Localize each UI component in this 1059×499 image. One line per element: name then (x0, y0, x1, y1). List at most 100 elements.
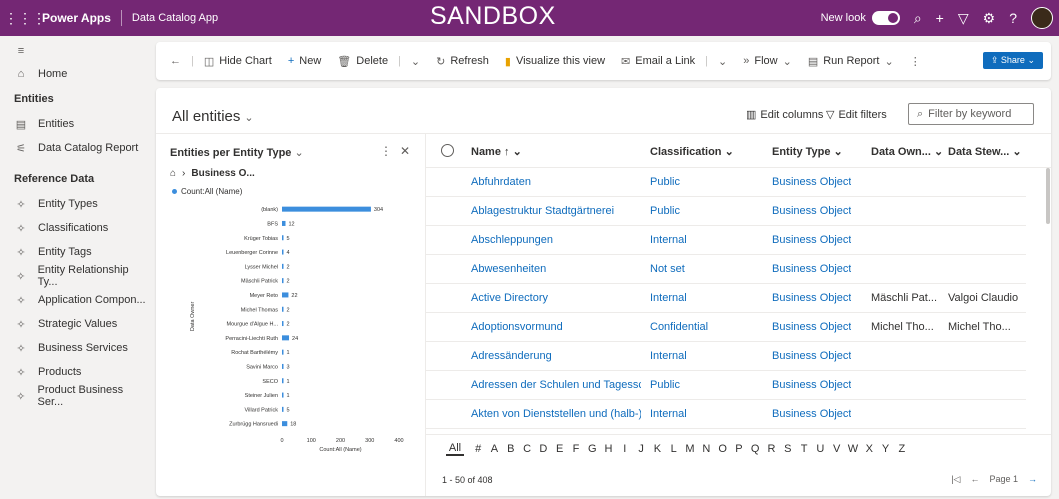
home-icon[interactable]: ⌂ (170, 168, 176, 179)
plus-icon[interactable]: + (936, 10, 944, 26)
hide-chart-button[interactable]: ◫ Hide Chart (196, 55, 280, 68)
cell-entity-type[interactable]: Business Object (772, 205, 851, 217)
sidebar-item[interactable]: ✧ Products (0, 360, 148, 384)
alphabet-filter-item[interactable]: Y (877, 443, 893, 455)
bar[interactable] (282, 378, 284, 384)
share-button[interactable]: ⇪ Share ⌄ (982, 52, 1043, 69)
sidebar-item[interactable]: ▤ Entities (0, 112, 148, 136)
cell-name[interactable]: Adoptionsvormund (471, 321, 563, 333)
cell-name[interactable]: Adressen der Schulen und Tagessch... (471, 379, 641, 391)
table-row[interactable]: Akten von Dienststellen und (halb-)... In… (426, 400, 1026, 429)
delete-button[interactable]: 🗑 Delete (329, 55, 396, 68)
alphabet-filter-item[interactable]: # (470, 443, 486, 455)
cell-entity-type[interactable]: Business Object (772, 234, 851, 246)
alphabet-filter-item[interactable]: A (486, 443, 502, 455)
select-all-checkbox[interactable] (441, 144, 454, 157)
cell-classification[interactable]: Public (650, 176, 680, 188)
view-selector[interactable]: All entities ⌄ (172, 108, 254, 125)
alphabet-filter-item[interactable]: K (649, 443, 665, 455)
refresh-button[interactable]: ↻ Refresh (428, 55, 497, 68)
cell-entity-type[interactable]: Business Object (772, 379, 851, 391)
sidebar-item[interactable]: ⚟ Data Catalog Report (0, 136, 148, 160)
delete-dropdown[interactable]: ⌄ (403, 55, 428, 68)
cell-classification[interactable]: Public (650, 379, 680, 391)
cell-classification[interactable]: Confidential (650, 321, 708, 333)
alphabet-filter-item[interactable]: F (568, 443, 584, 455)
filter-icon[interactable]: ▽ (958, 10, 969, 27)
cell-name[interactable]: Abschleppungen (471, 234, 553, 246)
cell-entity-type[interactable]: Business Object (772, 321, 851, 333)
previous-page-icon[interactable]: ← (970, 474, 979, 485)
bar[interactable] (282, 392, 284, 398)
app-name[interactable]: Data Catalog App (132, 12, 218, 24)
visualize-button[interactable]: ▮ Visualize this view (497, 55, 613, 68)
scrollbar[interactable] (1046, 168, 1050, 224)
alphabet-filter-item[interactable]: X (861, 443, 877, 455)
cell-classification[interactable]: Internal (650, 234, 687, 246)
alphabet-filter-item[interactable]: R (763, 443, 779, 455)
alphabet-filter-item[interactable]: All (446, 442, 464, 456)
bar[interactable] (282, 263, 284, 269)
bar[interactable] (282, 278, 284, 284)
cell-name[interactable]: Abwesenheiten (471, 263, 546, 275)
alphabet-filter-item[interactable]: V (829, 443, 845, 455)
bar[interactable] (282, 335, 290, 341)
cell-entity-type[interactable]: Business Object (772, 263, 851, 275)
cell-entity-type[interactable]: Business Object (772, 176, 851, 188)
cell-name[interactable]: Akten von Dienststellen und (halb-)... (471, 408, 641, 420)
table-row[interactable]: Abwesenheiten Not set Business Object (426, 255, 1026, 284)
alphabet-filter-item[interactable]: I (617, 443, 633, 455)
back-button[interactable]: ← (162, 55, 189, 67)
breadcrumb-item[interactable]: Business O... (191, 168, 254, 179)
table-row[interactable]: Adressen der Schulen und Tagessch... Publ… (426, 371, 1026, 400)
run-report-button[interactable]: ▤ Run Report ⌄ (800, 55, 902, 68)
cell-classification[interactable]: Public (650, 205, 680, 217)
column-header-classification[interactable]: Classification ⌄ (650, 145, 734, 158)
new-button[interactable]: + New (280, 55, 329, 67)
table-row[interactable]: Ablagestruktur Stadtgärtnerei Public Busin… (426, 197, 1026, 226)
chart-selector[interactable]: Entities per Entity Type ⌄ (170, 146, 304, 159)
brand-name[interactable]: Power Apps (42, 11, 111, 25)
bar[interactable] (282, 349, 284, 355)
alphabet-filter-item[interactable]: Z (894, 443, 910, 455)
cell-classification[interactable]: Internal (650, 350, 687, 362)
edit-filters-button[interactable]: ▽ Edit filters (826, 108, 887, 122)
cell-name[interactable]: Adressänderung (471, 350, 552, 362)
bar[interactable] (282, 220, 286, 226)
filter-input[interactable]: ⌕ Filter by keyword (908, 103, 1034, 125)
hamburger-icon[interactable]: ≡ (14, 45, 28, 57)
cell-name[interactable]: Active Directory (471, 292, 548, 304)
hamburger-menu[interactable]: ≡ (0, 40, 148, 62)
table-row[interactable]: Active Directory Internal Business Object M… (426, 284, 1026, 313)
bar[interactable] (282, 363, 284, 369)
flow-button[interactable]: » Flow ⌄ (735, 55, 800, 68)
cell-entity-type[interactable]: Business Object (772, 350, 851, 362)
alphabet-filter-item[interactable]: O (714, 443, 730, 455)
alphabet-filter-item[interactable]: S (780, 443, 796, 455)
column-header-data-steward[interactable]: Data Stew... ⌄ (948, 145, 1022, 158)
next-page-icon[interactable]: → (1028, 474, 1037, 485)
bar[interactable] (282, 306, 284, 312)
sidebar-item[interactable]: ✧ Entity Tags (0, 240, 148, 264)
column-header-entity-type[interactable]: Entity Type ⌄ (772, 145, 843, 158)
column-header-name[interactable]: Name ↑ ⌄ (471, 145, 522, 158)
table-row[interactable]: Abschleppungen Internal Business Object (426, 226, 1026, 255)
alphabet-filter-item[interactable]: B (503, 443, 519, 455)
bar[interactable] (282, 206, 371, 212)
alphabet-filter-item[interactable]: J (633, 443, 649, 455)
email-dropdown[interactable]: ⌄ (710, 55, 735, 68)
avatar[interactable] (1031, 7, 1053, 29)
new-look-toggle[interactable]: New look (821, 11, 900, 25)
alphabet-filter-item[interactable]: U (812, 443, 828, 455)
more-commands-button[interactable]: ⋮ (902, 55, 929, 68)
cell-name[interactable]: Ablagestruktur Stadtgärtnerei (471, 205, 614, 217)
search-icon[interactable]: ⌕ (914, 10, 922, 27)
bar[interactable] (282, 321, 284, 327)
alphabet-filter-item[interactable]: W (845, 443, 861, 455)
alphabet-filter-item[interactable]: H (600, 443, 616, 455)
sidebar-item[interactable]: ✧ Entity Relationship Ty... (0, 264, 148, 288)
cell-name[interactable]: Abfuhrdaten (471, 176, 531, 188)
alphabet-filter-item[interactable]: E (551, 443, 567, 455)
cell-entity-type[interactable]: Business Object (772, 292, 851, 304)
alphabet-filter-item[interactable]: C (519, 443, 535, 455)
